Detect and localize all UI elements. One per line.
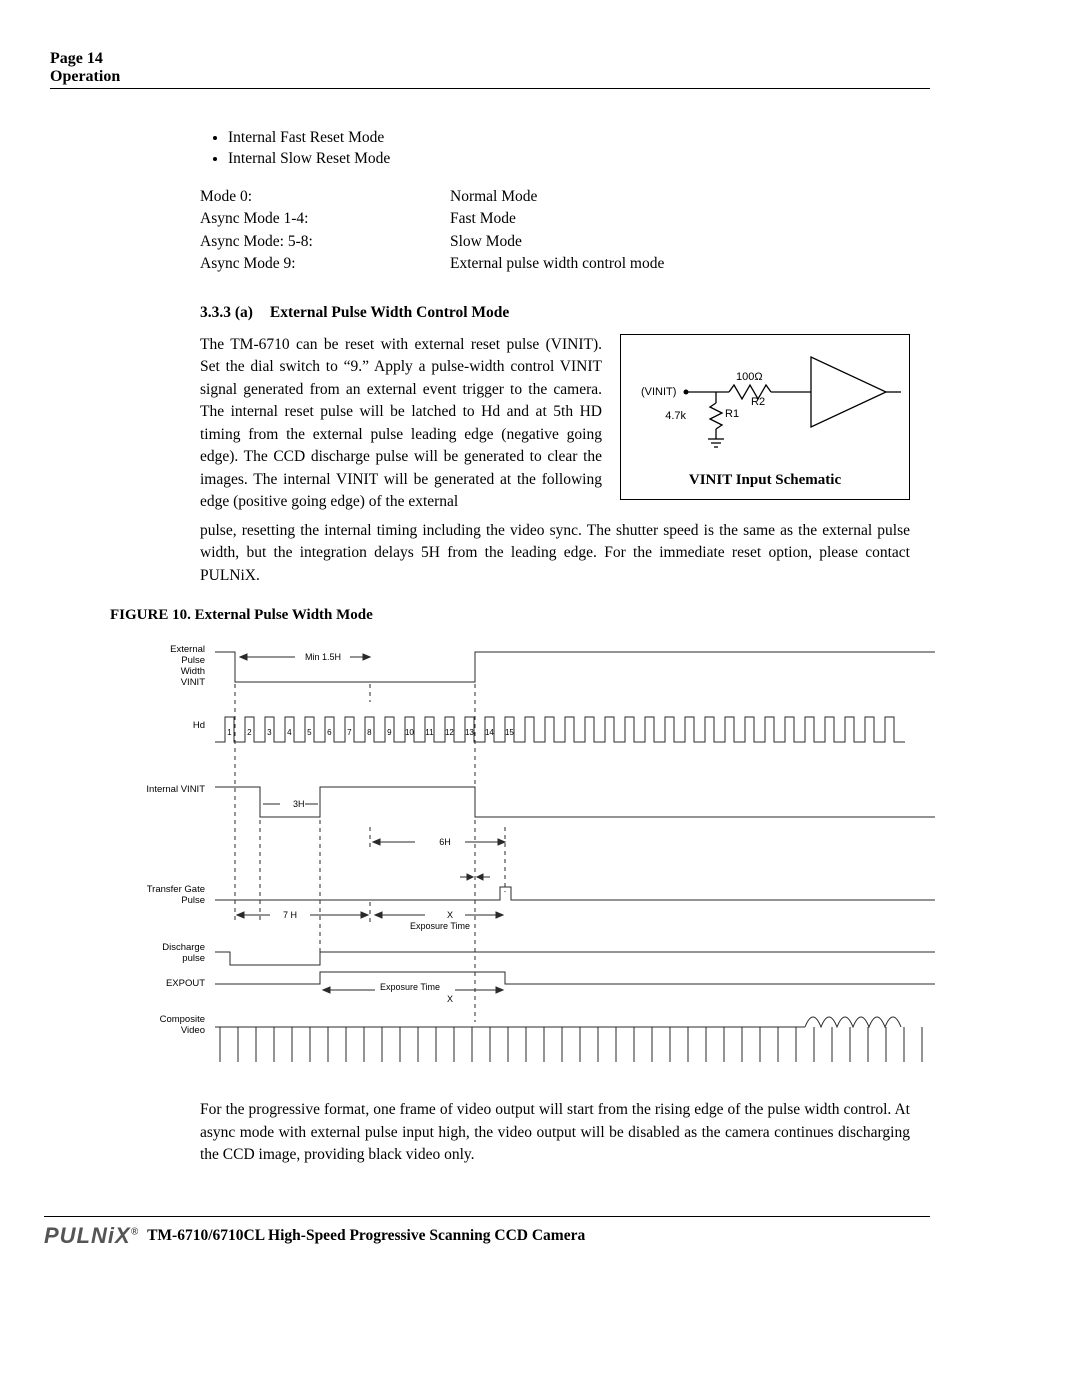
paragraph-text: The TM-6710 can be reset with external r… bbox=[200, 334, 602, 514]
svg-text:3H: 3H bbox=[293, 799, 305, 809]
footer-doc-title: TM-6710/6710CL High-Speed Progressive Sc… bbox=[147, 1227, 585, 1245]
page-footer: PULNiX® TM-6710/6710CL High-Speed Progre… bbox=[44, 1216, 930, 1249]
schem-label-r2: R2 bbox=[751, 396, 765, 408]
svg-text:7: 7 bbox=[347, 728, 352, 737]
svg-text:12: 12 bbox=[445, 728, 454, 737]
mode-desc: Fast Mode bbox=[450, 208, 910, 230]
svg-text:5: 5 bbox=[307, 728, 312, 737]
schem-label-47k: 4.7k bbox=[665, 410, 686, 422]
table-row: Mode 0: Normal Mode bbox=[200, 186, 910, 208]
mode-table: Mode 0: Normal Mode Async Mode 1-4: Fast… bbox=[200, 186, 910, 276]
svg-text:15: 15 bbox=[505, 728, 514, 737]
figure-title: External Pulse Width Mode bbox=[195, 607, 373, 623]
timing-label-transfer-gate: Transfer Gate Pulse bbox=[105, 884, 205, 906]
schem-label-r1: R1 bbox=[725, 408, 739, 420]
mode-name: Async Mode: 5-8: bbox=[200, 231, 450, 253]
mode-name: Mode 0: bbox=[200, 186, 450, 208]
page-header: Page 14 Operation bbox=[50, 50, 930, 89]
figure-caption: FIGURE 10. External Pulse Width Mode bbox=[110, 607, 910, 624]
page-number: Page 14 bbox=[50, 50, 930, 68]
vinit-schematic: (VINIT) 100Ω R2 4.7k R1 VINIT Input Sche… bbox=[620, 334, 910, 500]
paragraph-continued: pulse, resetting the internal timing inc… bbox=[200, 520, 910, 587]
timing-label-expout: EXPOUT bbox=[105, 978, 205, 989]
schem-label-100ohm: 100Ω bbox=[736, 371, 763, 383]
svg-text:8: 8 bbox=[367, 728, 372, 737]
subsection-title: External Pulse Width Control Mode bbox=[270, 304, 509, 321]
schem-label-vinit: (VINIT) bbox=[641, 386, 676, 398]
svg-text:6: 6 bbox=[327, 728, 332, 737]
mode-desc: Normal Mode bbox=[450, 186, 910, 208]
page-content: Internal Fast Reset Mode Internal Slow R… bbox=[200, 129, 910, 1166]
mode-name: Async Mode 9: bbox=[200, 253, 450, 275]
subsection-number: 3.3.3 (a) bbox=[200, 304, 266, 322]
svg-text:X: X bbox=[447, 910, 453, 920]
svg-text:13: 13 bbox=[465, 728, 474, 737]
mode-desc: Slow Mode bbox=[450, 231, 910, 253]
table-row: Async Mode: 5-8: Slow Mode bbox=[200, 231, 910, 253]
reset-mode-list: Internal Fast Reset Mode Internal Slow R… bbox=[200, 129, 910, 168]
schematic-svg: (VINIT) 100Ω R2 4.7k R1 bbox=[631, 347, 901, 457]
timing-label-int-vinit: Internal VINIT bbox=[105, 784, 205, 795]
svg-text:10: 10 bbox=[405, 728, 414, 737]
registered-mark: ® bbox=[131, 1227, 139, 1238]
timing-label-ext-vinit: External Pulse Width VINIT bbox=[105, 644, 205, 688]
logo-text: PULNiX bbox=[44, 1223, 131, 1248]
svg-text:14: 14 bbox=[485, 728, 494, 737]
svg-text:4: 4 bbox=[287, 728, 292, 737]
table-row: Async Mode 9: External pulse width contr… bbox=[200, 253, 910, 275]
svg-text:7 H: 7 H bbox=[283, 910, 297, 920]
svg-text:6H: 6H bbox=[439, 837, 451, 847]
schematic-caption: VINIT Input Schematic bbox=[631, 472, 899, 489]
list-item: Internal Slow Reset Mode bbox=[228, 150, 910, 168]
mode-name: Async Mode 1-4: bbox=[200, 208, 450, 230]
svg-text:Min 1.5H: Min 1.5H bbox=[305, 652, 341, 662]
svg-text:2: 2 bbox=[247, 728, 252, 737]
timing-diagram: Min 1.5H 123456789101112131415 3H bbox=[105, 632, 1025, 1077]
svg-text:9: 9 bbox=[387, 728, 392, 737]
list-item: Internal Fast Reset Mode bbox=[228, 129, 910, 147]
bottom-paragraph: For the progressive format, one frame of… bbox=[200, 1099, 910, 1166]
timing-label-composite: Composite Video bbox=[105, 1014, 205, 1036]
svg-text:11: 11 bbox=[425, 728, 434, 737]
paragraph-with-figure: The TM-6710 can be reset with external r… bbox=[200, 334, 910, 514]
table-row: Async Mode 1-4: Fast Mode bbox=[200, 208, 910, 230]
section-name: Operation bbox=[50, 68, 930, 86]
figure-number: FIGURE 10. bbox=[110, 607, 191, 623]
svg-text:Exposure Time: Exposure Time bbox=[410, 921, 470, 931]
svg-text:3: 3 bbox=[267, 728, 272, 737]
brand-logo: PULNiX® bbox=[44, 1223, 139, 1249]
timing-label-discharge: Discharge pulse bbox=[105, 942, 205, 964]
subsection-heading: 3.3.3 (a) External Pulse Width Control M… bbox=[200, 304, 910, 322]
timing-svg: Min 1.5H 123456789101112131415 3H bbox=[105, 632, 1025, 1072]
mode-desc: External pulse width control mode bbox=[450, 253, 910, 275]
svg-text:1: 1 bbox=[227, 728, 232, 737]
svg-text:Exposure Time: Exposure Time bbox=[380, 982, 440, 992]
timing-label-hd: Hd bbox=[105, 720, 205, 731]
svg-text:X: X bbox=[447, 994, 453, 1004]
